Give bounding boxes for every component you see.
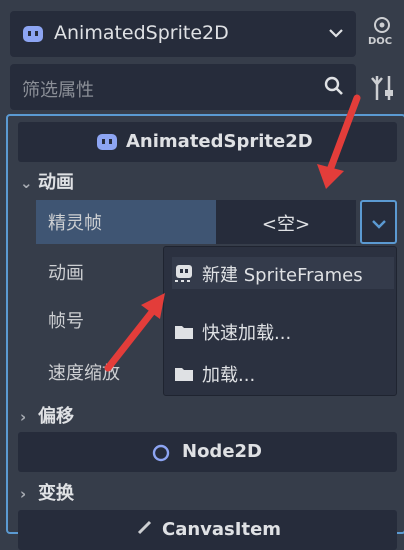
- annotation-arrows: [104, 94, 361, 372]
- annotation-arrow-to-new-spriteframes: [104, 293, 165, 372]
- annotation-arrow-to-dropdown: [317, 94, 361, 189]
